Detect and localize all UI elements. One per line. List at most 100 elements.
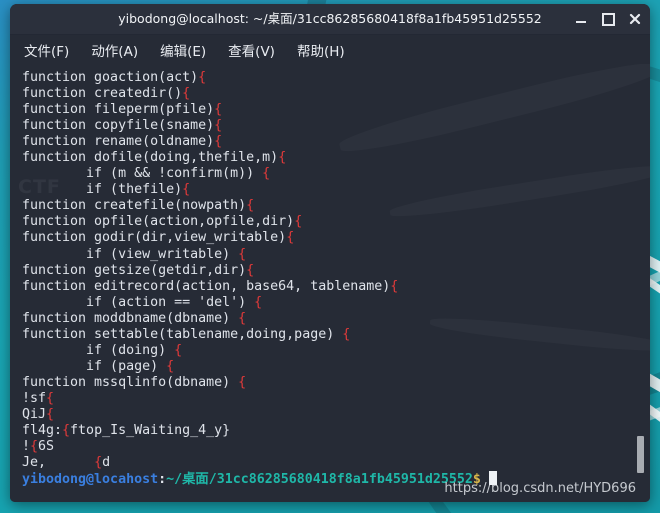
plain-text: function editrecord(action, base64, tabl…: [22, 278, 391, 294]
plain-text: Je,: [22, 455, 95, 471]
brace-text: {: [30, 439, 39, 455]
plain-text: function mssqlinfo(dbname): [22, 374, 239, 390]
window-controls: [574, 4, 642, 34]
terminal-line: fl4g:{ftop_Is_Waiting_4_y}: [22, 423, 650, 439]
plain-text: d: [102, 455, 111, 471]
window-title: yibodong@localhost: ~/桌面/31cc86285680418…: [118, 11, 542, 26]
brace-text: {: [278, 150, 287, 166]
terminal-line: function createfile(nowpath){: [22, 198, 650, 214]
titlebar[interactable]: yibodong@localhost: ~/桌面/31cc86285680418…: [10, 4, 650, 35]
terminal-scrollbar[interactable]: [635, 64, 647, 502]
terminal-line: function getsize(getdir,dir){: [22, 263, 650, 279]
plain-text: if (view_writable): [22, 246, 239, 262]
plain-text: function rename(oldname): [22, 134, 215, 150]
plain-text: function dofile(doing,thefile,m): [22, 150, 279, 166]
brace-text: {: [166, 358, 175, 374]
plain-text: ftop_Is_Waiting_4_y}: [70, 423, 231, 439]
plain-text: function getsize(getdir,dir): [22, 262, 247, 278]
plain-text: if (thefile): [22, 182, 183, 198]
terminal-prompt-line[interactable]: yibodong@locahost:~/桌面/31cc86285680418f8…: [22, 471, 650, 487]
terminal-line: function settable(tablename,doing,page) …: [22, 327, 650, 343]
maximize-button[interactable]: [601, 12, 615, 26]
brace-text: {: [214, 134, 223, 150]
path-text: ~/桌面/31cc86285680418f8a1fb45951d25552: [166, 472, 473, 488]
terminal-line: function createdir(){: [22, 86, 650, 102]
terminal-line: if (page) {: [22, 359, 650, 375]
minimize-icon: [576, 21, 586, 23]
plain-text: function moddbname(dbname): [22, 310, 239, 326]
plain-text: function copyfile(sname): [22, 118, 215, 134]
brace-text: {: [262, 166, 271, 182]
plain-text: QiJ: [22, 406, 47, 422]
dollar-text: $: [472, 472, 481, 488]
brace-text: {: [94, 455, 103, 471]
terminal-line: function dofile(doing,thefile,m){: [22, 150, 650, 166]
menu-item-help[interactable]: 帮助(H): [293, 38, 349, 62]
brace-text: {: [46, 406, 55, 422]
terminal-line: function goaction(act){: [22, 70, 650, 86]
maximize-icon: [601, 12, 615, 26]
brace-text: {: [342, 326, 351, 342]
brace-text: {: [286, 230, 295, 246]
plain-text: if (action == 'del'): [22, 294, 255, 310]
terminal-line: function moddbname(dbname) {: [22, 311, 650, 327]
plain-text: [481, 472, 489, 487]
plain-text: !: [22, 439, 31, 455]
plain-text: if (page): [22, 358, 167, 374]
terminal-line: !{6S: [22, 439, 650, 455]
brace-text: {: [198, 70, 207, 85]
brace-text: {: [214, 118, 223, 134]
close-icon: [629, 13, 641, 25]
brace-text: {: [46, 390, 55, 406]
brace-text: {: [238, 310, 247, 326]
terminal-line: Je, {d: [22, 455, 650, 471]
terminal-output-area[interactable]: CTF function goaction(act){function crea…: [10, 64, 650, 502]
terminal-line: function copyfile(sname){: [22, 118, 650, 134]
terminal-window[interactable]: yibodong@localhost: ~/桌面/31cc86285680418…: [10, 4, 650, 502]
terminal-line: function mssqlinfo(dbname) {: [22, 375, 650, 391]
menu-item-file[interactable]: 文件(F): [20, 38, 73, 62]
plain-text: if (m && !confirm(m)): [22, 166, 263, 182]
brace-text: {: [238, 246, 247, 262]
brace-text: {: [62, 423, 71, 439]
plain-text: function opfile(action,opfile,dir): [22, 214, 295, 230]
plain-text: function fileperm(pfile): [22, 102, 215, 118]
menu-item-view[interactable]: 查看(V): [224, 38, 279, 62]
menu-item-edit[interactable]: 编辑(E): [156, 38, 210, 62]
brace-text: {: [182, 86, 191, 102]
plain-text: function goaction(act): [22, 70, 199, 85]
close-button[interactable]: [628, 12, 642, 26]
minimize-button[interactable]: [574, 12, 588, 26]
menu-item-actions[interactable]: 动作(A): [87, 38, 142, 62]
terminal-line: if (view_writable) {: [22, 247, 650, 263]
terminal-cursor: [488, 471, 497, 486]
plain-text: function settable(tablename,doing,page): [22, 326, 343, 342]
terminal-line: !sf{: [22, 391, 650, 407]
brace-text: {: [390, 278, 399, 294]
terminal-line: if (m && !confirm(m)) {: [22, 166, 650, 182]
terminal-line: if (action == 'del') {: [22, 295, 650, 311]
plain-text: function godir(dir,view_writable): [22, 230, 287, 246]
colon-text: :: [158, 472, 167, 488]
terminal-line: function godir(dir,view_writable){: [22, 230, 650, 246]
brace-text: {: [238, 374, 247, 390]
brace-text: {: [246, 262, 255, 278]
brace-text: {: [182, 182, 191, 198]
brace-text: {: [254, 294, 263, 310]
plain-text: function createdir(): [22, 86, 183, 102]
plain-text: function createfile(nowpath): [22, 198, 247, 214]
terminal-line: function opfile(action,opfile,dir){: [22, 214, 650, 230]
plain-text: 6S: [38, 439, 55, 455]
brace-text: {: [214, 102, 223, 118]
scrollbar-thumb[interactable]: [637, 436, 644, 473]
user-text: yibodong@locahost: [22, 472, 159, 488]
brace-text: {: [294, 214, 303, 230]
terminal-line: function fileperm(pfile){: [22, 102, 650, 118]
terminal-line: function editrecord(action, base64, tabl…: [22, 279, 650, 295]
brace-text: {: [246, 198, 255, 214]
plain-text: if (doing): [22, 342, 175, 358]
menubar: 文件(F) 动作(A) 编辑(E) 查看(V) 帮助(H): [10, 35, 650, 64]
terminal-text: function goaction(act){function createdi…: [10, 64, 650, 487]
terminal-line: QiJ{: [22, 407, 650, 423]
plain-text: !sf: [22, 390, 47, 406]
